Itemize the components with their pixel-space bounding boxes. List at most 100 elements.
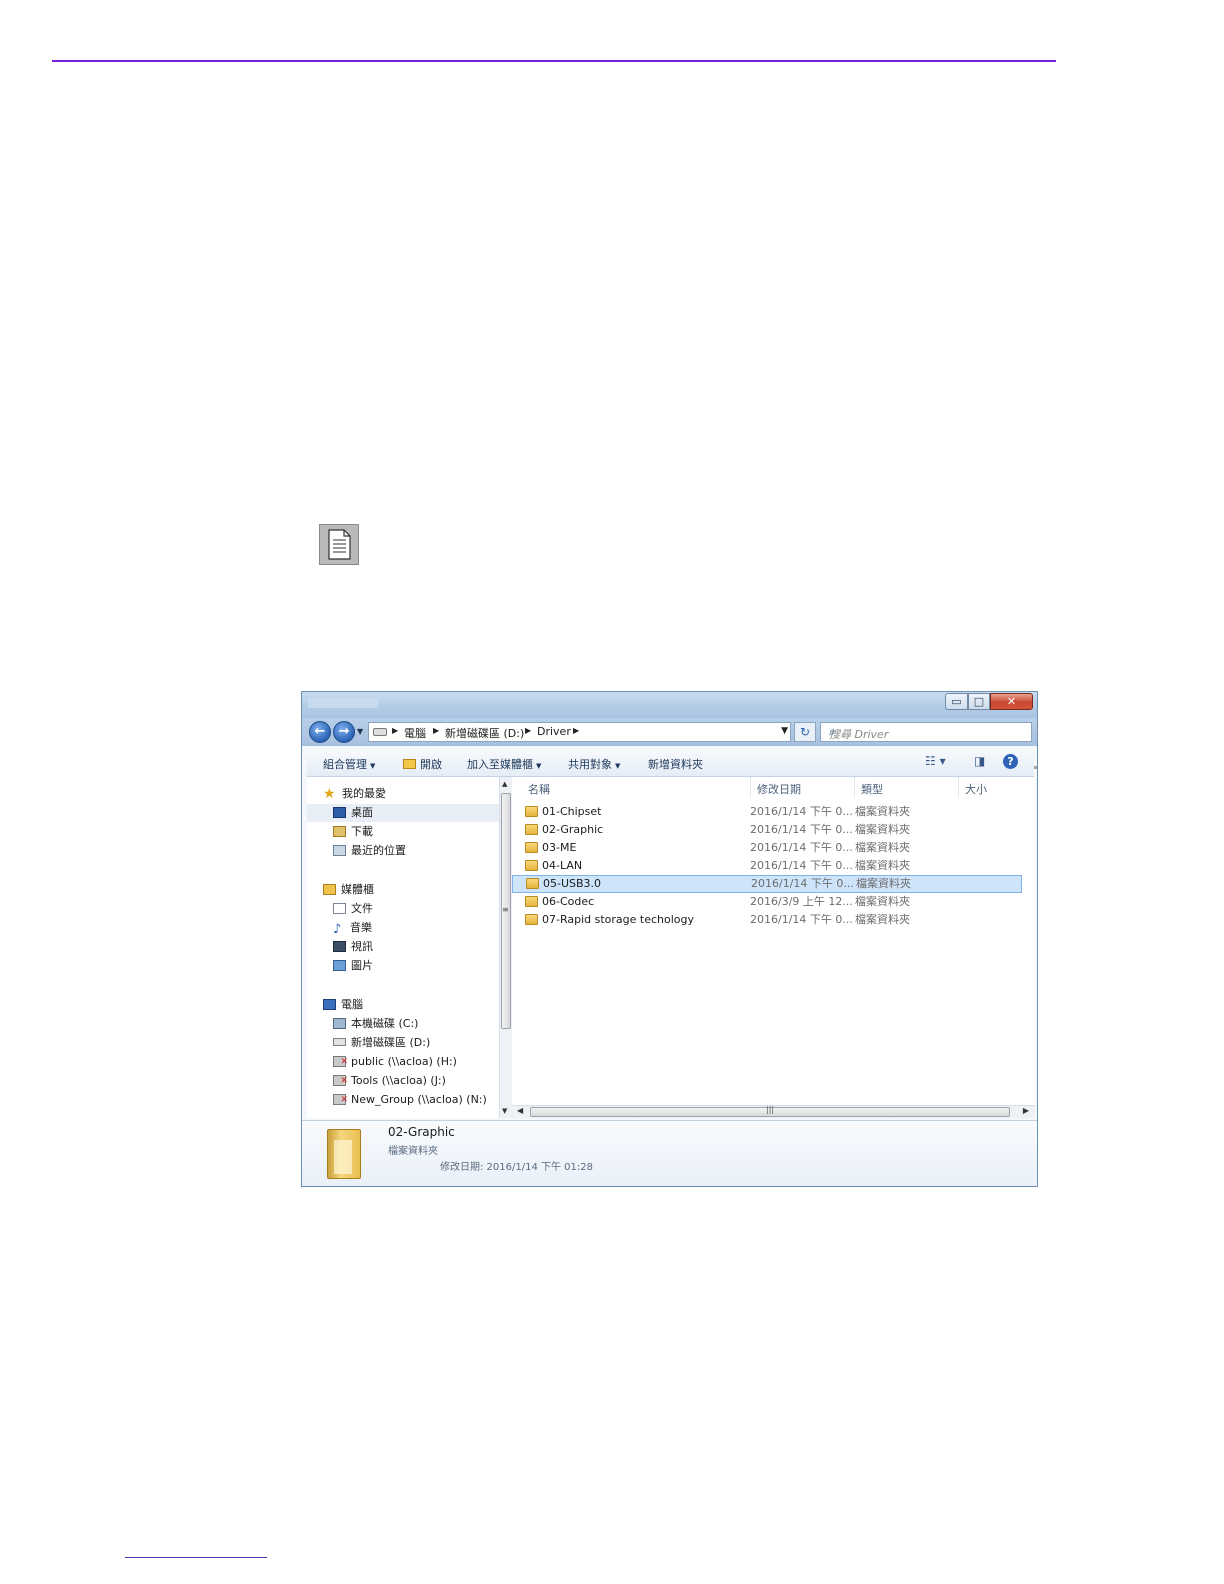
file-date: 2016/1/14 下午 0... xyxy=(750,805,853,818)
add-to-library-label: 加入至媒體櫃 xyxy=(467,758,533,771)
navigation-bar: ← → ▼ ▶ 電腦 ▶ 新增磁碟區 (D:) ▶ Driver ▶ ▼ ↻ 搜… xyxy=(302,718,1037,769)
system-drive-icon xyxy=(333,1018,346,1029)
nav-pictures[interactable]: 圖片 xyxy=(333,957,373,975)
open-folder-icon xyxy=(403,759,416,769)
nav-label: 最近的位置 xyxy=(351,844,406,857)
table-row[interactable]: 01-Chipset 2016/1/14 下午 0... 檔案資料夾 xyxy=(521,803,1021,821)
open-button[interactable]: 開啟 xyxy=(403,756,442,772)
nav-pane-scrollbar[interactable]: ▲ ≡ ▼ xyxy=(499,777,512,1118)
explorer-window: ▭ □ ✕ ← → ▼ ▶ 電腦 ▶ 新增磁碟區 (D:) ▶ Driver ▶… xyxy=(301,691,1038,1187)
nav-drive-n[interactable]: New_Group (\\acloa) (N:) xyxy=(333,1091,487,1109)
file-type: 檔案資料夾 xyxy=(855,823,910,836)
file-type: 檔案資料夾 xyxy=(855,805,910,818)
nav-computer[interactable]: 電腦 xyxy=(323,996,363,1014)
column-header-modified[interactable]: 修改日期 xyxy=(757,781,801,797)
nav-desktop[interactable]: 桌面 xyxy=(307,804,499,822)
title-blur xyxy=(308,698,378,708)
drive-icon xyxy=(333,1038,346,1046)
scroll-left-arrow-icon[interactable]: ◀ xyxy=(517,1106,523,1115)
disconnected-network-drive-icon xyxy=(333,1072,348,1090)
navigation-pane: ★ 我的最愛 桌面 下載 最近的位置 媒體櫃 文件 ♪ 音樂 視訊 圖片 電腦 本機… xyxy=(307,777,499,1118)
help-button[interactable]: ? xyxy=(1003,754,1018,769)
nav-favorites[interactable]: ★ 我的最愛 xyxy=(323,785,386,803)
breadcrumb-computer[interactable]: 電腦 xyxy=(404,725,426,741)
table-row[interactable]: 04-LAN 2016/1/14 下午 0... 檔案資料夾 xyxy=(521,857,1021,875)
nav-drive-h[interactable]: public (\\acloa) (H:) xyxy=(333,1053,457,1071)
command-toolbar: 組合管理 ▼ 開啟 加入至媒體櫃 ▼ 共用對象 ▼ 新增資料夾 ☷ ▾ ◨ ? xyxy=(307,750,1034,777)
title-bar[interactable]: ▭ □ ✕ xyxy=(302,692,1037,718)
disconnected-network-drive-icon xyxy=(333,1091,348,1109)
nav-drive-j[interactable]: Tools (\\acloa) (J:) xyxy=(333,1072,446,1090)
back-button[interactable]: ← xyxy=(309,721,331,743)
file-type: 檔案資料夾 xyxy=(855,895,910,908)
preview-pane-icon[interactable]: ◨ xyxy=(974,754,985,768)
column-header-name[interactable]: 名稱 xyxy=(528,781,550,797)
view-options-icon[interactable]: ☷ ▾ xyxy=(925,754,946,768)
recent-pages-dropdown-icon[interactable]: ▼ xyxy=(357,727,363,736)
music-icon: ♪ xyxy=(333,922,342,937)
scroll-right-arrow-icon[interactable]: ▶ xyxy=(1023,1106,1029,1115)
nav-downloads[interactable]: 下載 xyxy=(333,823,373,841)
forward-button[interactable]: → xyxy=(333,721,355,743)
breadcrumb-driver[interactable]: Driver xyxy=(537,725,571,738)
column-separator[interactable] xyxy=(854,777,855,797)
details-pane: 02-Graphic 檔案資料夾 修改日期: 2016/1/14 下午 01:2… xyxy=(302,1120,1037,1186)
nav-documents[interactable]: 文件 xyxy=(333,900,373,918)
file-name: 06-Codec xyxy=(542,895,595,908)
table-row[interactable]: 06-Codec 2016/3/9 上午 12... 檔案資料夾 xyxy=(521,893,1021,911)
address-dropdown-icon[interactable]: ▼ xyxy=(781,726,788,736)
maximize-button[interactable]: □ xyxy=(968,693,990,710)
column-separator[interactable] xyxy=(750,777,751,797)
file-date: 2016/1/14 下午 0... xyxy=(751,877,854,890)
table-row-selected[interactable]: 05-USB3.0 2016/1/14 下午 0... 檔案資料夾 xyxy=(512,875,1022,893)
chevron-right-icon[interactable]: ▶ xyxy=(525,726,531,735)
column-separator[interactable] xyxy=(958,777,959,797)
nav-drive-c[interactable]: 本機磁碟 (C:) xyxy=(333,1015,418,1033)
nav-recent-places[interactable]: 最近的位置 xyxy=(333,842,406,860)
table-row[interactable]: 03-ME 2016/1/14 下午 0... 檔案資料夾 xyxy=(521,839,1021,857)
nav-label: 新增磁碟區 (D:) xyxy=(351,1036,431,1049)
add-to-library-button[interactable]: 加入至媒體櫃 ▼ xyxy=(467,756,541,772)
file-list: 名稱 修改日期 類型 大小 01-Chipset 2016/1/14 下午 0..… xyxy=(512,777,1035,1118)
scroll-down-arrow-icon[interactable]: ▼ xyxy=(502,1107,507,1115)
table-row[interactable]: 07-Rapid storage techology 2016/1/14 下午 0… xyxy=(521,911,1021,929)
folder-icon xyxy=(526,878,539,889)
file-name: 07-Rapid storage techology xyxy=(542,913,695,926)
file-type: 檔案資料夾 xyxy=(856,877,911,890)
nav-label: 圖片 xyxy=(351,959,373,972)
minimize-button[interactable]: ▭ xyxy=(945,693,968,710)
column-header-type[interactable]: 類型 xyxy=(861,781,883,797)
chevron-right-icon[interactable]: ▶ xyxy=(573,726,579,735)
file-name: 05-USB3.0 xyxy=(543,877,602,890)
search-input[interactable]: 搜尋 Driver ⌕ xyxy=(820,722,1032,742)
nav-label: 下載 xyxy=(351,825,373,838)
chevron-right-icon[interactable]: ▶ xyxy=(392,726,398,735)
details-modified: 修改日期: 2016/1/14 下午 01:28 xyxy=(440,1162,593,1173)
scroll-up-arrow-icon[interactable]: ▲ xyxy=(502,780,507,788)
address-bar[interactable]: ▶ 電腦 ▶ 新增磁碟區 (D:) ▶ Driver ▶ ▼ xyxy=(368,722,791,742)
nav-label: 音樂 xyxy=(350,921,372,934)
column-header-size[interactable]: 大小 xyxy=(965,781,987,797)
folder-icon xyxy=(525,860,538,871)
folder-icon xyxy=(525,824,538,835)
search-icon[interactable]: ⌕ xyxy=(829,724,1026,739)
organize-button[interactable]: 組合管理 ▼ xyxy=(323,756,375,772)
share-with-button[interactable]: 共用對象 ▼ xyxy=(568,756,620,772)
nav-libraries[interactable]: 媒體櫃 xyxy=(323,881,374,899)
new-folder-button[interactable]: 新增資料夾 xyxy=(648,756,703,772)
nav-drive-d[interactable]: 新增磁碟區 (D:) xyxy=(333,1034,430,1052)
close-button[interactable]: ✕ xyxy=(990,693,1033,710)
breadcrumb-drive-d[interactable]: 新增磁碟區 (D:) xyxy=(445,725,524,741)
nav-videos[interactable]: 視訊 xyxy=(333,938,373,956)
grip-icon: ≡ xyxy=(502,905,509,914)
table-row[interactable]: 02-Graphic 2016/1/14 下午 0... 檔案資料夾 xyxy=(521,821,1021,839)
refresh-button[interactable]: ↻ xyxy=(794,722,816,742)
folder-icon xyxy=(525,914,538,925)
nav-label: public (\\acloa) (H:) xyxy=(351,1055,457,1068)
file-list-horizontal-scrollbar[interactable]: ◀ ||| ▶ xyxy=(512,1105,1035,1118)
nav-music[interactable]: ♪ 音樂 xyxy=(333,919,372,937)
chevron-right-icon[interactable]: ▶ xyxy=(433,726,439,735)
folder-icon xyxy=(525,842,538,853)
header-rule xyxy=(52,60,1056,62)
file-name: 01-Chipset xyxy=(542,805,602,818)
